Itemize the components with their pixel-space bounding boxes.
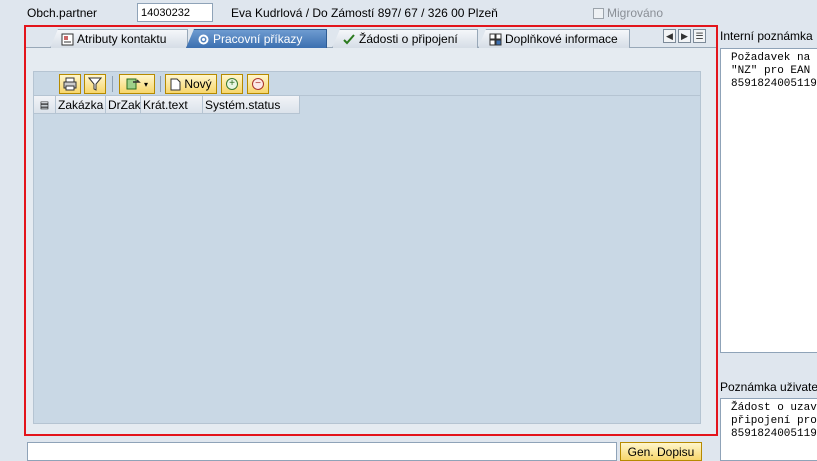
partner-field[interactable] (137, 3, 213, 22)
tab-label: Atributy kontaktu (77, 32, 167, 46)
toolbar-separator (112, 76, 113, 92)
tab-label: Pracovní příkazy (213, 32, 303, 46)
checkbox-icon[interactable] (593, 7, 604, 19)
user-note-label: Poznámka uživatel (720, 380, 817, 394)
contact-attributes-icon (61, 33, 74, 46)
partner-label: Obch.partner (27, 6, 98, 20)
tab-connection-requests[interactable]: Žádosti o připojení (332, 29, 478, 48)
scroll-left-icon[interactable]: ◀ (663, 29, 676, 43)
column-header[interactable]: Krát.text (141, 96, 203, 114)
tab-label: Žádosti o připojení (359, 32, 458, 46)
generate-letter-button[interactable]: Gen. Dopisu (620, 442, 702, 461)
print-icon (63, 77, 77, 91)
letter-text-input[interactable] (27, 442, 617, 461)
export-button[interactable]: ▾ (119, 74, 155, 94)
user-note-textarea[interactable]: Žádost o uzav připojení pro 859182400511… (720, 398, 817, 461)
work-orders-panel: Atributy kontaktu Pracovní příkazy Žádos… (24, 25, 718, 436)
column-header[interactable]: Zakázka (56, 96, 106, 114)
tab-work-orders[interactable]: Pracovní příkazy (186, 29, 327, 48)
dropdown-arrow-icon: ▾ (143, 79, 148, 89)
tab-additional-info[interactable]: Doplňkové informace (478, 29, 630, 48)
tab-label: Doplňkové informace (505, 32, 618, 46)
new-button[interactable]: Nový (165, 74, 217, 94)
add-row-button[interactable]: + (221, 74, 243, 94)
grid-header: ▤ Zakázka DrZak Krát.text Systém.status (34, 96, 300, 114)
migrated-label: Migrováno (607, 6, 664, 20)
column-header[interactable]: DrZak (106, 96, 141, 114)
tab-list-icon[interactable]: ☰ (693, 29, 706, 43)
column-header[interactable]: Systém.status (203, 96, 300, 114)
grid-toolbar: ▾ Nový + − (33, 71, 701, 95)
notes-panel: Interní poznámka Požadavek na "NZ" pro E… (718, 25, 817, 461)
work-orders-grid: ▤ Zakázka DrZak Krát.text Systém.status (33, 95, 701, 424)
export-icon (126, 78, 141, 90)
tabstrip: Atributy kontaktu Pracovní příkazy Žádos… (26, 27, 716, 48)
additional-info-icon (489, 33, 502, 46)
new-document-icon (170, 78, 181, 90)
new-button-label: Nový (184, 77, 212, 91)
migrated-checkbox[interactable]: Migrováno (593, 6, 663, 20)
scroll-right-icon[interactable]: ▶ (678, 29, 691, 43)
select-all-icon[interactable]: ▤ (34, 96, 56, 114)
remove-row-button[interactable]: − (247, 74, 269, 94)
connection-requests-icon (343, 33, 356, 46)
toolbar-separator (160, 76, 161, 92)
internal-note-textarea[interactable]: Požadavek na "NZ" pro EAN 8591824005119 (720, 48, 817, 353)
tab-contact-attributes[interactable]: Atributy kontaktu (50, 29, 188, 48)
filter-icon (88, 77, 102, 91)
partner-header: Obch.partner Eva Kudrlová / Do Zámostí 8… (0, 0, 817, 26)
print-button[interactable] (59, 74, 81, 94)
minus-icon: − (252, 78, 264, 90)
filter-button[interactable] (84, 74, 106, 94)
tab-navigation: ◀ ▶ ☰ (663, 29, 706, 43)
plus-icon: + (226, 78, 238, 90)
work-orders-icon (197, 33, 210, 46)
internal-note-label: Interní poznámka (720, 29, 813, 43)
partner-description: Eva Kudrlová / Do Zámostí 897/ 67 / 326 … (231, 6, 498, 20)
